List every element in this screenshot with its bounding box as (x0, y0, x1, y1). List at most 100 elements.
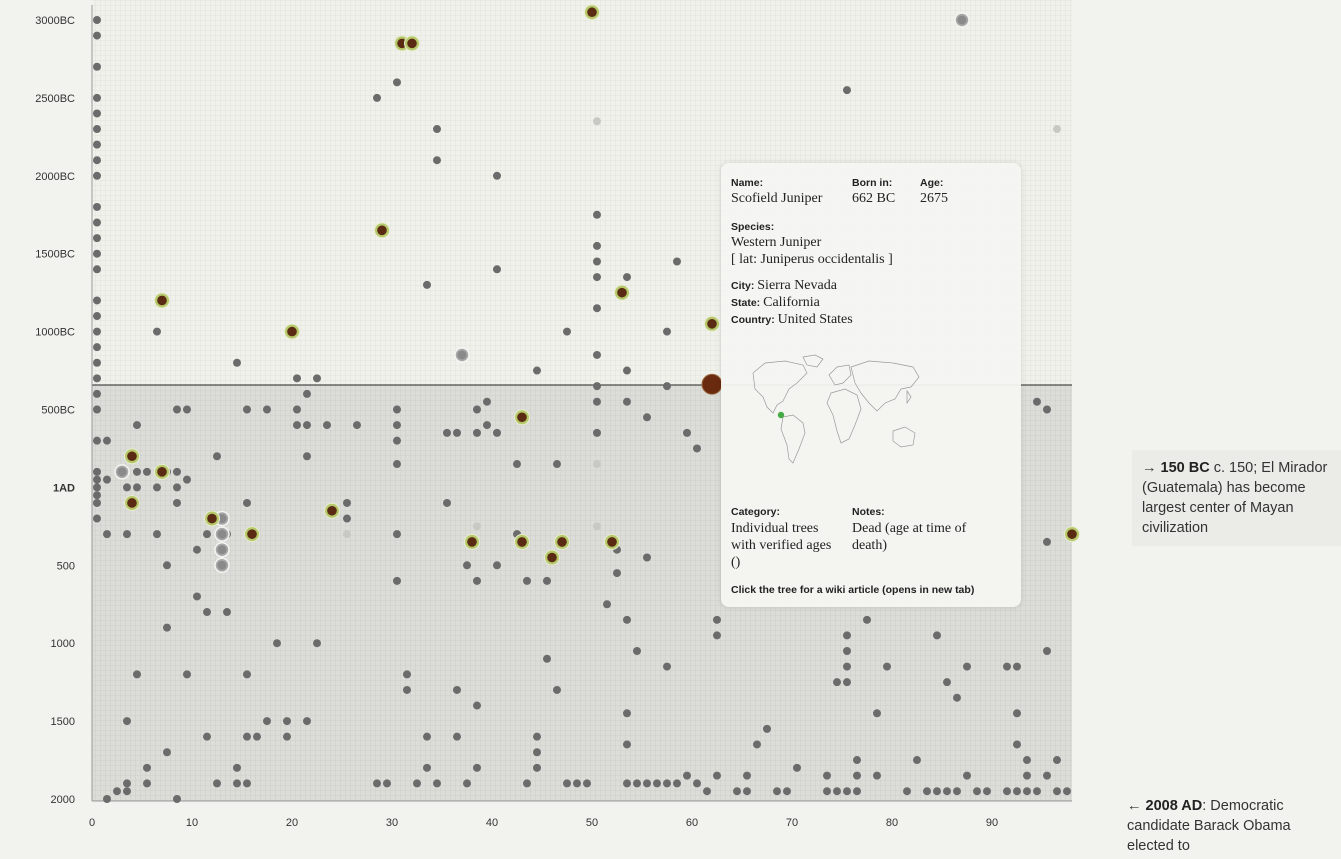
tree-point[interactable] (393, 460, 401, 469)
tree-point[interactable] (983, 787, 991, 796)
tree-point[interactable] (533, 748, 541, 757)
tree-point[interactable] (93, 16, 101, 24)
tree-point[interactable] (273, 639, 281, 648)
tree-point[interactable] (93, 93, 101, 102)
tree-point[interactable] (173, 795, 181, 803)
tree-point[interactable] (1003, 662, 1011, 671)
tree-point[interactable] (593, 241, 601, 250)
tree-point[interactable] (473, 405, 481, 414)
tree-point[interactable] (303, 717, 311, 726)
tree-point[interactable] (703, 787, 711, 796)
tree-point[interactable] (643, 779, 651, 788)
tree-point[interactable] (193, 545, 201, 554)
tree-point[interactable] (203, 608, 211, 617)
tree-point[interactable] (133, 421, 141, 430)
tree-point[interactable] (663, 327, 671, 336)
tree-point[interactable] (553, 460, 561, 469)
tree-point[interactable] (443, 428, 451, 437)
tree-point[interactable] (93, 514, 101, 523)
tree-point[interactable] (393, 530, 401, 539)
tree-point[interactable] (93, 296, 101, 305)
tree-point[interactable] (1043, 771, 1051, 780)
tree-point[interactable] (293, 405, 301, 414)
tree-point[interactable] (1043, 537, 1051, 546)
tree-point[interactable] (623, 709, 631, 718)
tree-point[interactable] (773, 787, 781, 796)
tree-point[interactable] (133, 483, 141, 492)
tree-point[interactable] (393, 436, 401, 445)
tree-point[interactable] (673, 257, 681, 266)
tree-point[interactable] (743, 787, 751, 796)
tree-point[interactable] (923, 787, 931, 796)
tree-point[interactable] (423, 732, 431, 741)
tree-point[interactable] (373, 779, 381, 788)
tree-point[interactable] (843, 787, 851, 796)
tree-point[interactable] (973, 787, 981, 796)
tree-point[interactable] (663, 662, 671, 671)
tree-point[interactable] (623, 740, 631, 749)
tree-point[interactable] (123, 779, 131, 788)
tree-point[interactable] (93, 109, 101, 118)
tree-point[interactable] (233, 358, 241, 367)
notable-tree-core[interactable] (117, 467, 127, 477)
tree-point[interactable] (533, 732, 541, 741)
tree-point[interactable] (233, 763, 241, 772)
tree-point[interactable] (1013, 709, 1021, 718)
tree-point[interactable] (523, 576, 531, 585)
tree-point[interactable] (633, 646, 641, 655)
tree-point[interactable] (243, 779, 251, 788)
tree-point[interactable] (843, 86, 851, 95)
tree-point[interactable] (93, 31, 101, 40)
tree-point[interactable] (93, 483, 101, 492)
tree-point[interactable] (873, 771, 881, 780)
tree-point[interactable] (833, 678, 841, 687)
tree-point[interactable] (103, 530, 111, 539)
tree-point[interactable] (483, 397, 491, 406)
tree-point[interactable] (93, 374, 101, 383)
tree-point[interactable] (123, 483, 131, 492)
tree-point[interactable] (403, 670, 411, 679)
tree-point[interactable] (943, 678, 951, 687)
tree-point[interactable] (353, 421, 361, 430)
tree-point[interactable] (103, 475, 111, 484)
tree-point[interactable] (313, 639, 321, 648)
tree-point[interactable] (133, 670, 141, 679)
tree-point[interactable] (183, 405, 191, 414)
tree-point[interactable] (473, 522, 481, 531)
tree-point[interactable] (93, 171, 101, 180)
tree-point[interactable] (493, 171, 501, 180)
tree-point[interactable] (673, 779, 681, 788)
tree-point[interactable] (453, 428, 461, 437)
tree-point[interactable] (863, 615, 871, 624)
tree-point[interactable] (243, 405, 251, 414)
tree-point[interactable] (203, 732, 211, 741)
tree-point[interactable] (93, 125, 101, 134)
tree-point[interactable] (93, 249, 101, 258)
tree-point[interactable] (623, 273, 631, 282)
tree-point[interactable] (153, 327, 161, 336)
tree-point[interactable] (93, 358, 101, 367)
tree-point[interactable] (523, 779, 531, 788)
famous-tree-point[interactable] (407, 38, 417, 49)
tree-point[interactable] (253, 732, 261, 741)
tree-point[interactable] (303, 452, 311, 461)
tree-point[interactable] (233, 779, 241, 788)
tree-point[interactable] (93, 343, 101, 352)
tree-point[interactable] (623, 779, 631, 788)
tree-point[interactable] (733, 787, 741, 796)
tree-point[interactable] (663, 779, 671, 788)
tree-point[interactable] (93, 202, 101, 211)
tree-point[interactable] (173, 498, 181, 507)
tree-point[interactable] (453, 732, 461, 741)
famous-tree-point[interactable] (557, 537, 567, 547)
tree-point[interactable] (743, 771, 751, 780)
famous-tree-point[interactable] (127, 451, 137, 462)
tree-point[interactable] (533, 366, 541, 375)
tree-point[interactable] (533, 763, 541, 772)
famous-tree-point[interactable] (157, 295, 167, 306)
tree-point[interactable] (123, 530, 131, 539)
famous-tree-point[interactable] (247, 529, 257, 539)
famous-tree-point[interactable] (1067, 529, 1077, 539)
tree-point[interactable] (323, 421, 331, 430)
tree-point[interactable] (193, 592, 201, 601)
